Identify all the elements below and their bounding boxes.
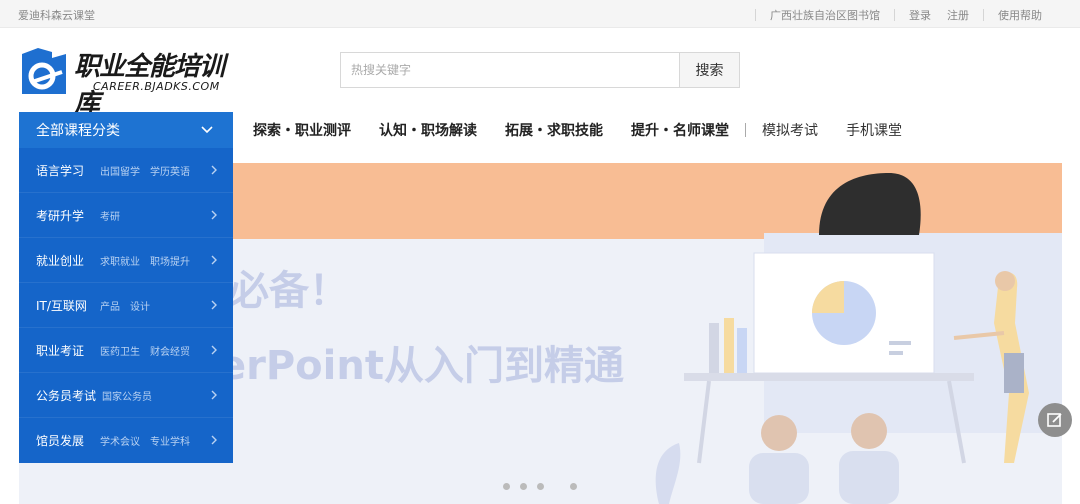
sidebar-item-it[interactable]: IT/互联网 产品 设计 <box>19 283 233 328</box>
sidebar-sub-link[interactable]: 医药卫生 <box>100 343 140 358</box>
chevron-right-icon <box>211 255 217 265</box>
nav-item-mobile[interactable]: 手机课堂 <box>846 120 902 140</box>
sidebar-sub-link[interactable]: 设计 <box>130 298 150 313</box>
help-link[interactable]: 使用帮助 <box>990 7 1050 23</box>
register-link[interactable]: 注册 <box>939 7 977 23</box>
sidebar-sub-link[interactable]: 职场提升 <box>150 253 190 268</box>
edit-icon <box>1047 413 1062 427</box>
nav-links: 探索・职业测评 认知・职场解读 拓展・求职技能 提升・名师课堂 模拟考试 手机课… <box>253 112 930 148</box>
sidebar-item-label: IT/互联网 <box>36 298 87 313</box>
sidebar-item-label: 职业考证 <box>36 343 85 358</box>
sidebar-item-postgrad[interactable]: 考研升学 考研 <box>19 193 233 238</box>
nav-item-mock-exam[interactable]: 模拟考试 <box>762 120 818 140</box>
feedback-button[interactable] <box>1038 403 1072 437</box>
sidebar-sub-link[interactable]: 学术会议 <box>100 433 140 448</box>
chevron-right-icon <box>211 165 217 175</box>
sidebar-item-label: 就业创业 <box>36 253 85 268</box>
sidebar-sub-link[interactable]: 产品 <box>100 298 120 313</box>
sidebar-item-label: 馆员发展 <box>36 434 85 448</box>
sidebar-sub-link[interactable]: 考研 <box>100 208 120 223</box>
nav-item-expand[interactable]: 拓展・求职技能 <box>505 120 603 140</box>
carousel-dot[interactable] <box>520 483 527 490</box>
category-menu-header[interactable]: 全部课程分类 <box>19 112 233 148</box>
chevron-down-icon <box>201 126 213 134</box>
sidebar-item-librarian[interactable]: 馆员发展 学术会议 专业学科 <box>19 418 233 463</box>
nav-item-cognition[interactable]: 认知・职场解读 <box>379 120 477 140</box>
sidebar-item-employment[interactable]: 就业创业 求职就业 职场提升 <box>19 238 233 283</box>
sidebar-item-language[interactable]: 语言学习 出国留学 学历英语 <box>19 148 233 193</box>
divider <box>755 9 756 21</box>
library-link[interactable]: 广西壮族自治区图书馆 <box>762 7 888 23</box>
login-link[interactable]: 登录 <box>901 7 939 23</box>
sidebar-sub-link[interactable]: 求职就业 <box>100 253 140 268</box>
carousel-dot[interactable] <box>570 483 577 490</box>
sidebar-item-civil-service[interactable]: 公务员考试 国家公务员 <box>19 373 233 418</box>
chevron-right-icon <box>211 210 217 220</box>
logo-icon <box>22 48 66 94</box>
chevron-right-icon <box>211 300 217 310</box>
category-sidebar: 语言学习 出国留学 学历英语 考研升学 考研 就业创业 求职就业 职场提升 IT… <box>19 148 233 463</box>
carousel-dot[interactable] <box>537 483 544 490</box>
header: 职业全能培训库 CAREER.BJADKS.COM 搜索 <box>0 28 1080 119</box>
sidebar-sub-link[interactable]: 专业学科 <box>150 433 190 448</box>
sidebar-item-label: 语言学习 <box>36 163 85 178</box>
divider <box>894 9 895 21</box>
search-button[interactable]: 搜索 <box>679 53 739 87</box>
site-brand: 爱迪科森云课堂 <box>18 9 95 22</box>
sidebar-sub-link[interactable]: 出国留学 <box>100 163 140 178</box>
nav-item-explore[interactable]: 探索・职业测评 <box>253 120 351 140</box>
sidebar-sub-link[interactable]: 财会经贸 <box>150 343 190 358</box>
nav-item-improve[interactable]: 提升・名师课堂 <box>631 120 729 140</box>
carousel-dot[interactable] <box>503 483 510 490</box>
divider <box>983 9 984 21</box>
chevron-right-icon <box>211 435 217 445</box>
sidebar-item-label: 考研升学 <box>36 208 85 223</box>
main-nav: 全部课程分类 探索・职业测评 认知・职场解读 拓展・求职技能 提升・名师课堂 模… <box>0 112 1080 148</box>
top-bar: 爱迪科森云课堂 广西壮族自治区图书馆 登录 注册 使用帮助 <box>0 0 1080 28</box>
chevron-right-icon <box>211 390 217 400</box>
sidebar-item-label: 公务员考试 <box>36 388 97 403</box>
search-box: 搜索 <box>340 52 740 88</box>
sidebar-sub-link[interactable]: 国家公务员 <box>102 388 152 403</box>
sidebar-item-certification[interactable]: 职业考证 医药卫生 财会经贸 <box>19 328 233 373</box>
carousel-dots <box>503 483 577 490</box>
sidebar-sub-link[interactable]: 学历英语 <box>150 163 190 178</box>
logo[interactable]: 职业全能培训库 CAREER.BJADKS.COM <box>18 46 233 119</box>
top-links: 广西壮族自治区图书馆 登录 注册 使用帮助 <box>749 7 1050 23</box>
nav-divider <box>745 123 746 137</box>
chevron-right-icon <box>211 345 217 355</box>
category-menu-label: 全部课程分类 <box>36 123 120 139</box>
logo-subtitle: CAREER.BJADKS.COM <box>93 80 220 93</box>
search-input[interactable] <box>341 53 679 87</box>
